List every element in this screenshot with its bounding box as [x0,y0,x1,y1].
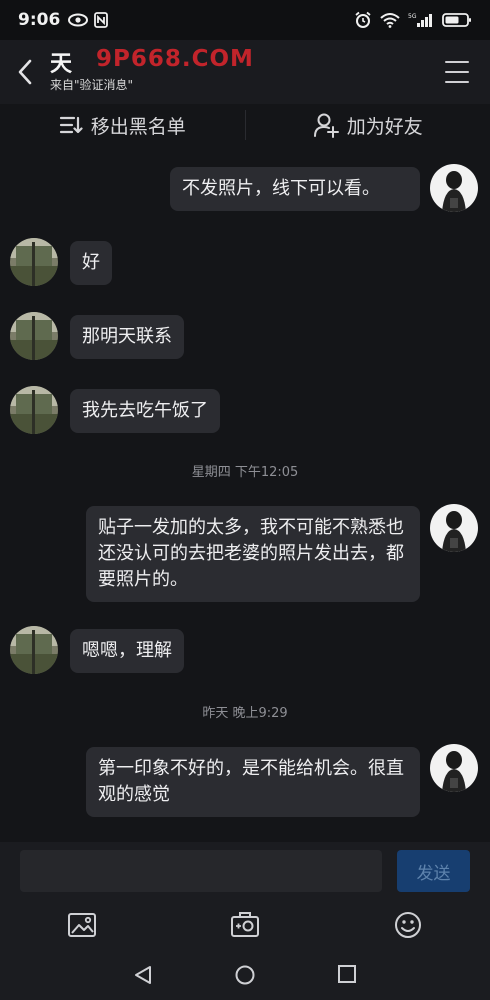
message-incoming: 好 [70,241,112,285]
status-time: 9:06 [18,10,61,30]
status-bar: 9:06 5G [0,0,490,40]
avatar[interactable] [10,312,58,360]
message-bubble[interactable]: 我先去吃午饭了 [70,389,220,433]
menu-line [445,61,469,63]
avatar[interactable] [430,504,478,552]
battery-icon [442,12,472,28]
message-bubble[interactable]: 第一印象不好的，是不能给机会。很直观的感觉 [86,747,420,817]
chat-header: 天 来自"验证消息" 9P668.COM [0,40,490,104]
message-bubble[interactable]: 好 [70,241,112,285]
remove-blacklist-button[interactable]: 移出黑名单 [0,112,245,139]
contact-avatar-image [10,238,58,286]
input-toolbar [0,900,490,950]
recents-square-icon[interactable] [337,964,357,984]
message-incoming: 我先去吃午饭了 [70,389,220,433]
avatar[interactable] [10,626,58,674]
avatar[interactable] [430,164,478,212]
add-user-icon [313,113,339,138]
send-button[interactable]: 发送 [397,850,470,892]
add-friend-button[interactable]: 加为好友 [246,112,490,139]
network-label: 5G [408,13,417,20]
5g-signal-icon: 5G [408,12,434,28]
message-bubble[interactable]: 贴子一发加的太多，我不可能不熟悉也还没认可的去把老婆的照片发出去，都要照片的。 [86,506,420,602]
emoji-icon[interactable] [392,910,424,940]
chevron-left-icon [18,59,32,85]
nfc-icon [94,12,109,28]
avatar[interactable] [10,238,58,286]
image-icon[interactable] [66,910,98,940]
eye-icon [68,13,89,27]
self-avatar-image [430,164,478,212]
watermark: 9P668.COM [96,46,254,72]
home-circle-icon[interactable] [234,964,256,986]
message-input[interactable] [20,850,382,892]
alarm-icon [354,11,372,29]
action-bar: 移出黑名单 加为好友 [0,104,490,146]
message-incoming: 那明天联系 [70,315,184,359]
chat-subtitle: 来自"验证消息" [50,78,134,92]
time-divider: 星期四 下午12:05 [191,465,299,480]
list-remove-icon [59,116,83,134]
wifi-icon [380,12,400,28]
menu-button[interactable] [442,58,472,86]
message-bubble[interactable]: 那明天联系 [70,315,184,359]
input-bar: 发送 [0,842,490,900]
message-outgoing: 不发照片，线下可以看。 [170,167,420,211]
back-triangle-icon[interactable] [132,964,154,986]
self-avatar-image [430,504,478,552]
system-nav-bar [0,950,490,1000]
add-friend-label: 加为好友 [346,115,423,138]
message-bubble[interactable]: 嗯嗯，理解 [70,629,184,673]
menu-line [445,71,469,73]
back-button[interactable] [0,40,50,104]
message-bubble[interactable]: 不发照片，线下可以看。 [170,167,420,211]
contact-avatar-image [10,626,58,674]
status-left-icons [68,12,109,28]
camera-icon[interactable] [229,910,261,940]
avatar[interactable] [430,744,478,792]
contact-avatar-image [10,312,58,360]
message-outgoing: 贴子一发加的太多，我不可能不熟悉也还没认可的去把老婆的照片发出去，都要照片的。 [86,506,420,602]
menu-line [445,81,469,83]
status-right-icons: 5G [354,11,472,29]
self-avatar-image [430,744,478,792]
remove-blacklist-label: 移出黑名单 [90,115,186,138]
message-outgoing: 第一印象不好的，是不能给机会。很直观的感觉 [86,747,420,817]
message-list[interactable]: 不发照片，线下可以看。 好 那明天联系 我先去吃午饭了 星期四 下午12:05 … [0,146,490,842]
avatar[interactable] [10,386,58,434]
contact-avatar-image [10,386,58,434]
message-incoming: 嗯嗯，理解 [70,629,184,673]
time-divider: 昨天 晚上9:29 [202,706,288,721]
